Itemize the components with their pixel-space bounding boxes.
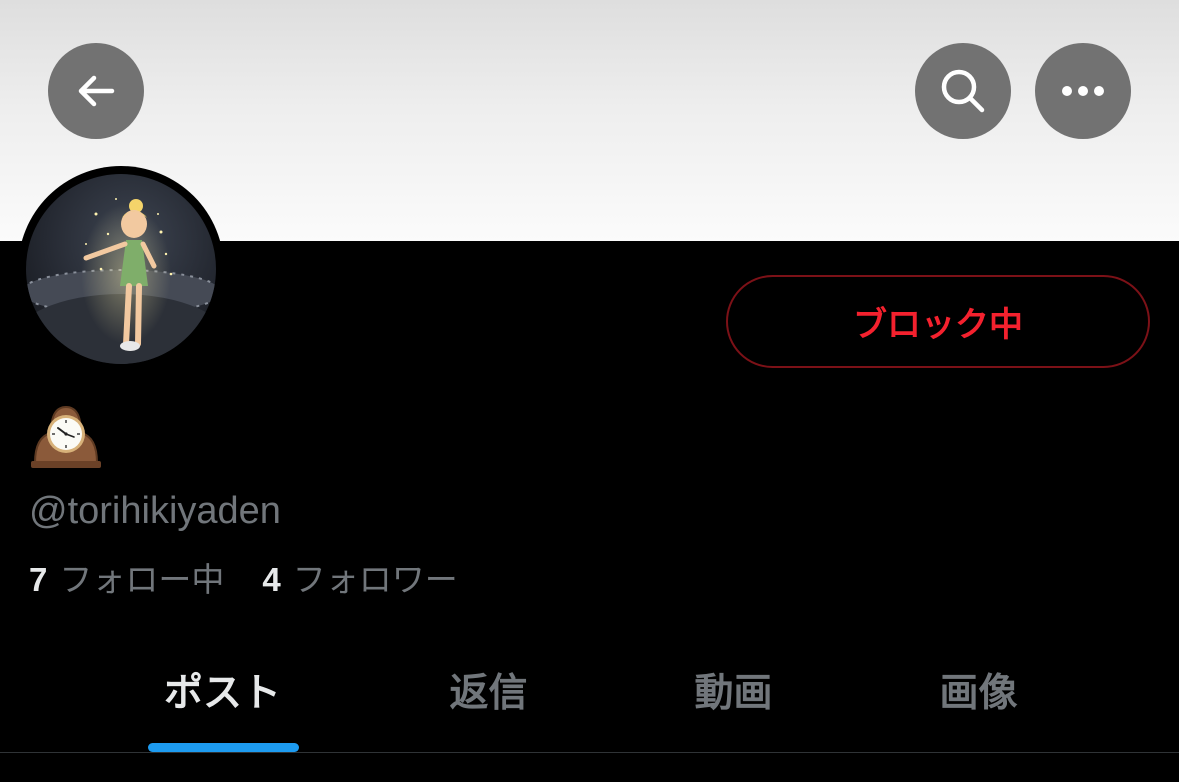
followers-label: フォロワー <box>292 561 458 598</box>
following-label: フォロー中 <box>59 561 225 598</box>
tab-posts[interactable]: ポスト <box>100 640 345 752</box>
back-button[interactable] <box>48 43 144 139</box>
following-count: 7 <box>29 561 48 598</box>
active-tab-indicator <box>148 743 299 752</box>
search-button[interactable] <box>915 43 1011 139</box>
tab-replies-label: 返信 <box>449 671 528 716</box>
tab-videos[interactable]: 動画 <box>611 640 856 752</box>
profile-tabs: ポスト 返信 動画 画像 <box>0 640 1179 752</box>
tab-media[interactable]: 画像 <box>856 640 1101 752</box>
fairy-avatar-icon <box>26 174 216 364</box>
arrow-left-icon <box>78 75 115 107</box>
search-icon <box>941 69 985 113</box>
more-options-button[interactable] <box>1035 43 1131 139</box>
blocked-button-label: ブロック中 <box>853 305 1023 345</box>
tabs-divider <box>0 752 1179 753</box>
follow-stats: 7 フォロー中 4 フォロワー <box>29 553 458 601</box>
avatar[interactable] <box>26 174 216 364</box>
avatar-frame <box>18 166 224 372</box>
display-name <box>29 403 103 469</box>
followers-stat[interactable]: 4 フォロワー <box>262 553 457 601</box>
mantelpiece-clock-icon <box>31 405 101 468</box>
tab-replies[interactable]: 返信 <box>366 640 611 752</box>
following-stat[interactable]: 7 フォロー中 <box>29 553 224 601</box>
tab-media-label: 画像 <box>939 671 1018 716</box>
followers-count: 4 <box>262 561 281 598</box>
blocked-button[interactable]: ブロック中 <box>726 275 1150 368</box>
tab-videos-label: 動画 <box>694 671 773 716</box>
profile-handle: @torihikiyaden <box>29 490 281 532</box>
more-horizontal-icon <box>1062 86 1104 96</box>
tab-posts-label: ポスト <box>163 671 281 716</box>
